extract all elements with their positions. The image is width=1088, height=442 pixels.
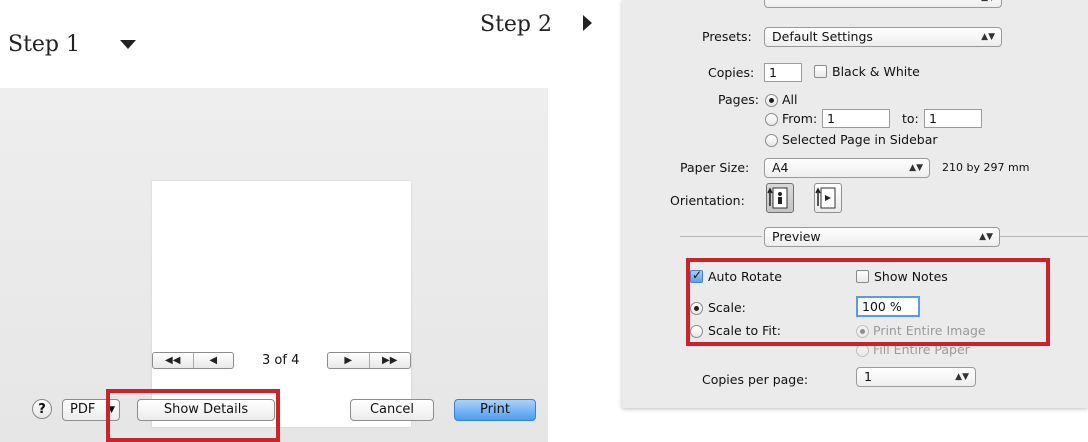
selected-page-label: Selected Page in Sidebar (782, 132, 938, 147)
orientation-portrait-button[interactable] (766, 183, 794, 213)
stepper-icon: ▲▼ (981, 0, 995, 7)
pages-to-field[interactable]: 1 (924, 109, 982, 128)
paper-size-popup[interactable]: A4 ▲▼ (764, 158, 930, 178)
pages-from-radio[interactable] (765, 113, 778, 126)
highlight-box-preview-options (686, 258, 1050, 346)
chevron-right-icon (583, 15, 592, 31)
copies-per-page-label: Copies per page: (702, 372, 809, 387)
page-nav-forward: ▶ ▶▶ (327, 352, 411, 369)
pdf-label: PDF (70, 402, 96, 417)
stepper-icon: ▲▼ (955, 372, 969, 382)
print-button[interactable]: Print (454, 399, 536, 421)
help-button[interactable]: ? (32, 399, 52, 419)
selected-page-radio[interactable] (765, 134, 778, 147)
pages-to-label: to: (902, 111, 919, 126)
section-value: Preview (772, 229, 821, 244)
first-page-icon[interactable]: ◀◀ (153, 353, 193, 368)
presets-value: Default Settings (772, 29, 873, 44)
cancel-button[interactable]: Cancel (350, 399, 434, 421)
printer-popup[interactable]: ▲▼ (764, 0, 1002, 8)
stepper-icon: ▲▼ (979, 232, 993, 242)
paper-size-label: Paper Size: (680, 160, 750, 175)
page-counter: 3 of 4 (262, 353, 300, 368)
presets-popup[interactable]: Default Settings ▲▼ (764, 27, 1002, 47)
copies-per-page-value: 1 (864, 369, 872, 384)
last-page-icon[interactable]: ▶▶ (368, 353, 411, 368)
paper-size-value: A4 (772, 160, 789, 175)
copies-label: Copies: (708, 65, 755, 80)
pages-all-radio[interactable] (765, 94, 778, 107)
highlight-box-show-details (106, 389, 280, 442)
next-page-icon[interactable]: ▶ (328, 353, 369, 368)
portrait-icon (767, 187, 788, 209)
pages-from-field[interactable]: 1 (822, 109, 890, 128)
separator-right (1000, 236, 1088, 237)
copies-field[interactable]: 1 (764, 63, 802, 82)
chevron-down-icon (120, 40, 136, 49)
pages-all-label: All (782, 92, 798, 107)
black-white-label: Black & White (832, 64, 920, 79)
orientation-landscape-button[interactable] (814, 183, 842, 213)
step-1-label: Step 1 (8, 32, 81, 57)
stepper-icon: ▲▼ (981, 32, 995, 42)
print-dialog-details: ▲▼ Presets: Default Settings ▲▼ Copies: … (622, 0, 1088, 408)
orientation-label: Orientation: (670, 193, 745, 208)
page-nav-back: ◀◀ ◀ (152, 352, 234, 369)
copies-per-page-popup[interactable]: 1 ▲▼ (856, 367, 976, 387)
pages-label: Pages: (718, 92, 759, 107)
step-2-label: Step 2 (480, 12, 553, 37)
previous-page-icon[interactable]: ◀ (192, 353, 234, 368)
pages-from-label: From: (782, 111, 818, 126)
paper-size-dimensions: 210 by 297 mm (942, 161, 1030, 174)
section-popup[interactable]: Preview ▲▼ (764, 227, 1000, 247)
black-white-checkbox[interactable] (814, 65, 827, 78)
separator-left (680, 236, 762, 237)
presets-label: Presets: (702, 29, 752, 44)
stepper-icon: ▲▼ (909, 163, 923, 173)
landscape-icon (815, 187, 836, 209)
